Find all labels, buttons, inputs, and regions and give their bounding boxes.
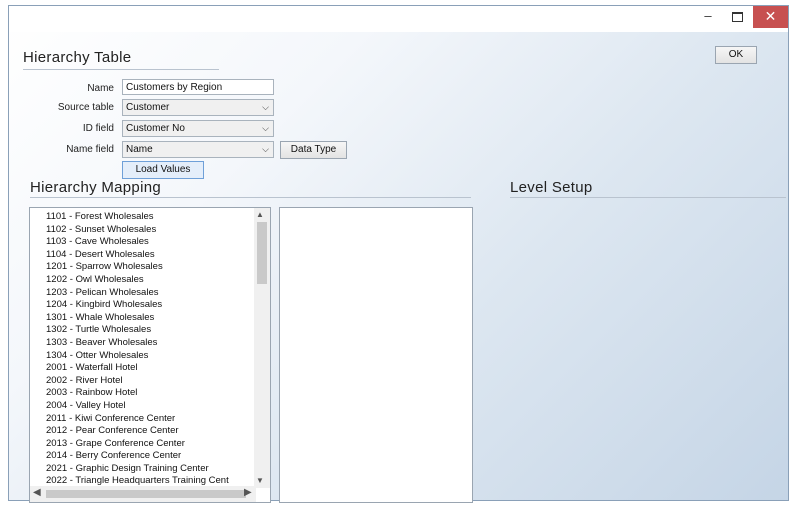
horizontal-scrollbar[interactable]: ◀ ▶ — [30, 486, 256, 502]
list-item[interactable]: 1103 - Cave Wholesales — [46, 236, 229, 249]
name-label: Name — [87, 83, 114, 94]
mapping-target-list[interactable] — [279, 207, 473, 503]
scroll-up-icon[interactable]: ▲ — [256, 210, 264, 219]
level-setup-title: Level Setup — [510, 179, 593, 196]
minimize-button[interactable]: – — [695, 6, 721, 28]
chevron-down-icon: ⌵ — [262, 102, 269, 112]
scroll-right-icon[interactable]: ▶ — [244, 487, 252, 498]
maximize-icon — [731, 12, 743, 22]
hierarchy-table-title: Hierarchy Table — [23, 49, 132, 66]
id-field-value: Customer No — [126, 123, 185, 134]
list-item[interactable]: 2002 - River Hotel — [46, 375, 229, 388]
ok-button[interactable]: OK — [715, 46, 757, 64]
load-values-button[interactable]: Load Values — [122, 161, 204, 179]
list-item[interactable]: 2013 - Grape Conference Center — [46, 438, 229, 451]
scroll-left-icon[interactable]: ◀ — [33, 487, 41, 498]
list-items: 1101 - Forest Wholesales 1102 - Sunset Wh… — [46, 211, 229, 501]
source-table-label: Source table — [57, 102, 114, 113]
name-field-value: Name — [126, 144, 153, 155]
list-item[interactable]: 2021 - Graphic Design Training Center — [46, 463, 229, 476]
list-item[interactable]: 2014 - Berry Conference Center — [46, 450, 229, 463]
name-field-label: Name field — [66, 144, 114, 155]
maximize-button[interactable] — [724, 6, 750, 28]
id-field-select[interactable]: Customer No ⌵ — [122, 120, 274, 137]
horizontal-scroll-thumb[interactable] — [46, 490, 246, 498]
list-item[interactable]: 1201 - Sparrow Wholesales — [46, 261, 229, 274]
list-item[interactable]: 1102 - Sunset Wholesales — [46, 224, 229, 237]
list-item[interactable]: 2001 - Waterfall Hotel — [46, 362, 229, 375]
id-field-label: ID field — [82, 123, 114, 134]
hierarchy-mapping-title: Hierarchy Mapping — [30, 179, 161, 196]
list-item[interactable]: 1204 - Kingbird Wholesales — [46, 299, 229, 312]
data-type-button[interactable]: Data Type — [280, 141, 347, 159]
close-button[interactable]: ✕ — [753, 6, 788, 28]
list-item[interactable]: 2012 - Pear Conference Center — [46, 425, 229, 438]
list-item[interactable]: 1303 - Beaver Wholesales — [46, 337, 229, 350]
list-item[interactable]: 2011 - Kiwi Conference Center — [46, 413, 229, 426]
vertical-scrollbar[interactable]: ▲ ▼ — [254, 208, 270, 488]
app-window: – ✕ Hierarchy Table OK Name Customers by… — [8, 5, 789, 503]
scroll-down-icon[interactable]: ▼ — [256, 476, 264, 485]
level-setup-divider — [510, 197, 786, 198]
chevron-down-icon: ⌵ — [262, 144, 269, 154]
hierarchy-mapping-divider — [30, 197, 471, 198]
name-field-select[interactable]: Name ⌵ — [122, 141, 274, 158]
list-item[interactable]: 2004 - Valley Hotel — [46, 400, 229, 413]
list-item[interactable]: 1203 - Pelican Wholesales — [46, 287, 229, 300]
list-item[interactable]: 1202 - Owl Wholesales — [46, 274, 229, 287]
name-field[interactable]: Customers by Region — [122, 79, 274, 95]
source-table-value: Customer — [126, 102, 170, 113]
hierarchy-values-list[interactable]: 1101 - Forest Wholesales 1102 - Sunset Wh… — [29, 207, 271, 503]
list-item[interactable]: 1101 - Forest Wholesales — [46, 211, 229, 224]
chevron-down-icon: ⌵ — [262, 123, 269, 133]
list-item[interactable]: 1301 - Whale Wholesales — [46, 312, 229, 325]
list-item[interactable]: 1302 - Turtle Wholesales — [46, 324, 229, 337]
list-item[interactable]: 1104 - Desert Wholesales — [46, 249, 229, 262]
source-table-select[interactable]: Customer ⌵ — [122, 99, 274, 116]
list-item[interactable]: 1304 - Otter Wholesales — [46, 350, 229, 363]
hierarchy-table-divider — [23, 69, 219, 70]
vertical-scroll-thumb[interactable] — [257, 222, 267, 284]
list-item[interactable]: 2003 - Rainbow Hotel — [46, 387, 229, 400]
title-bar: – ✕ — [9, 6, 788, 32]
